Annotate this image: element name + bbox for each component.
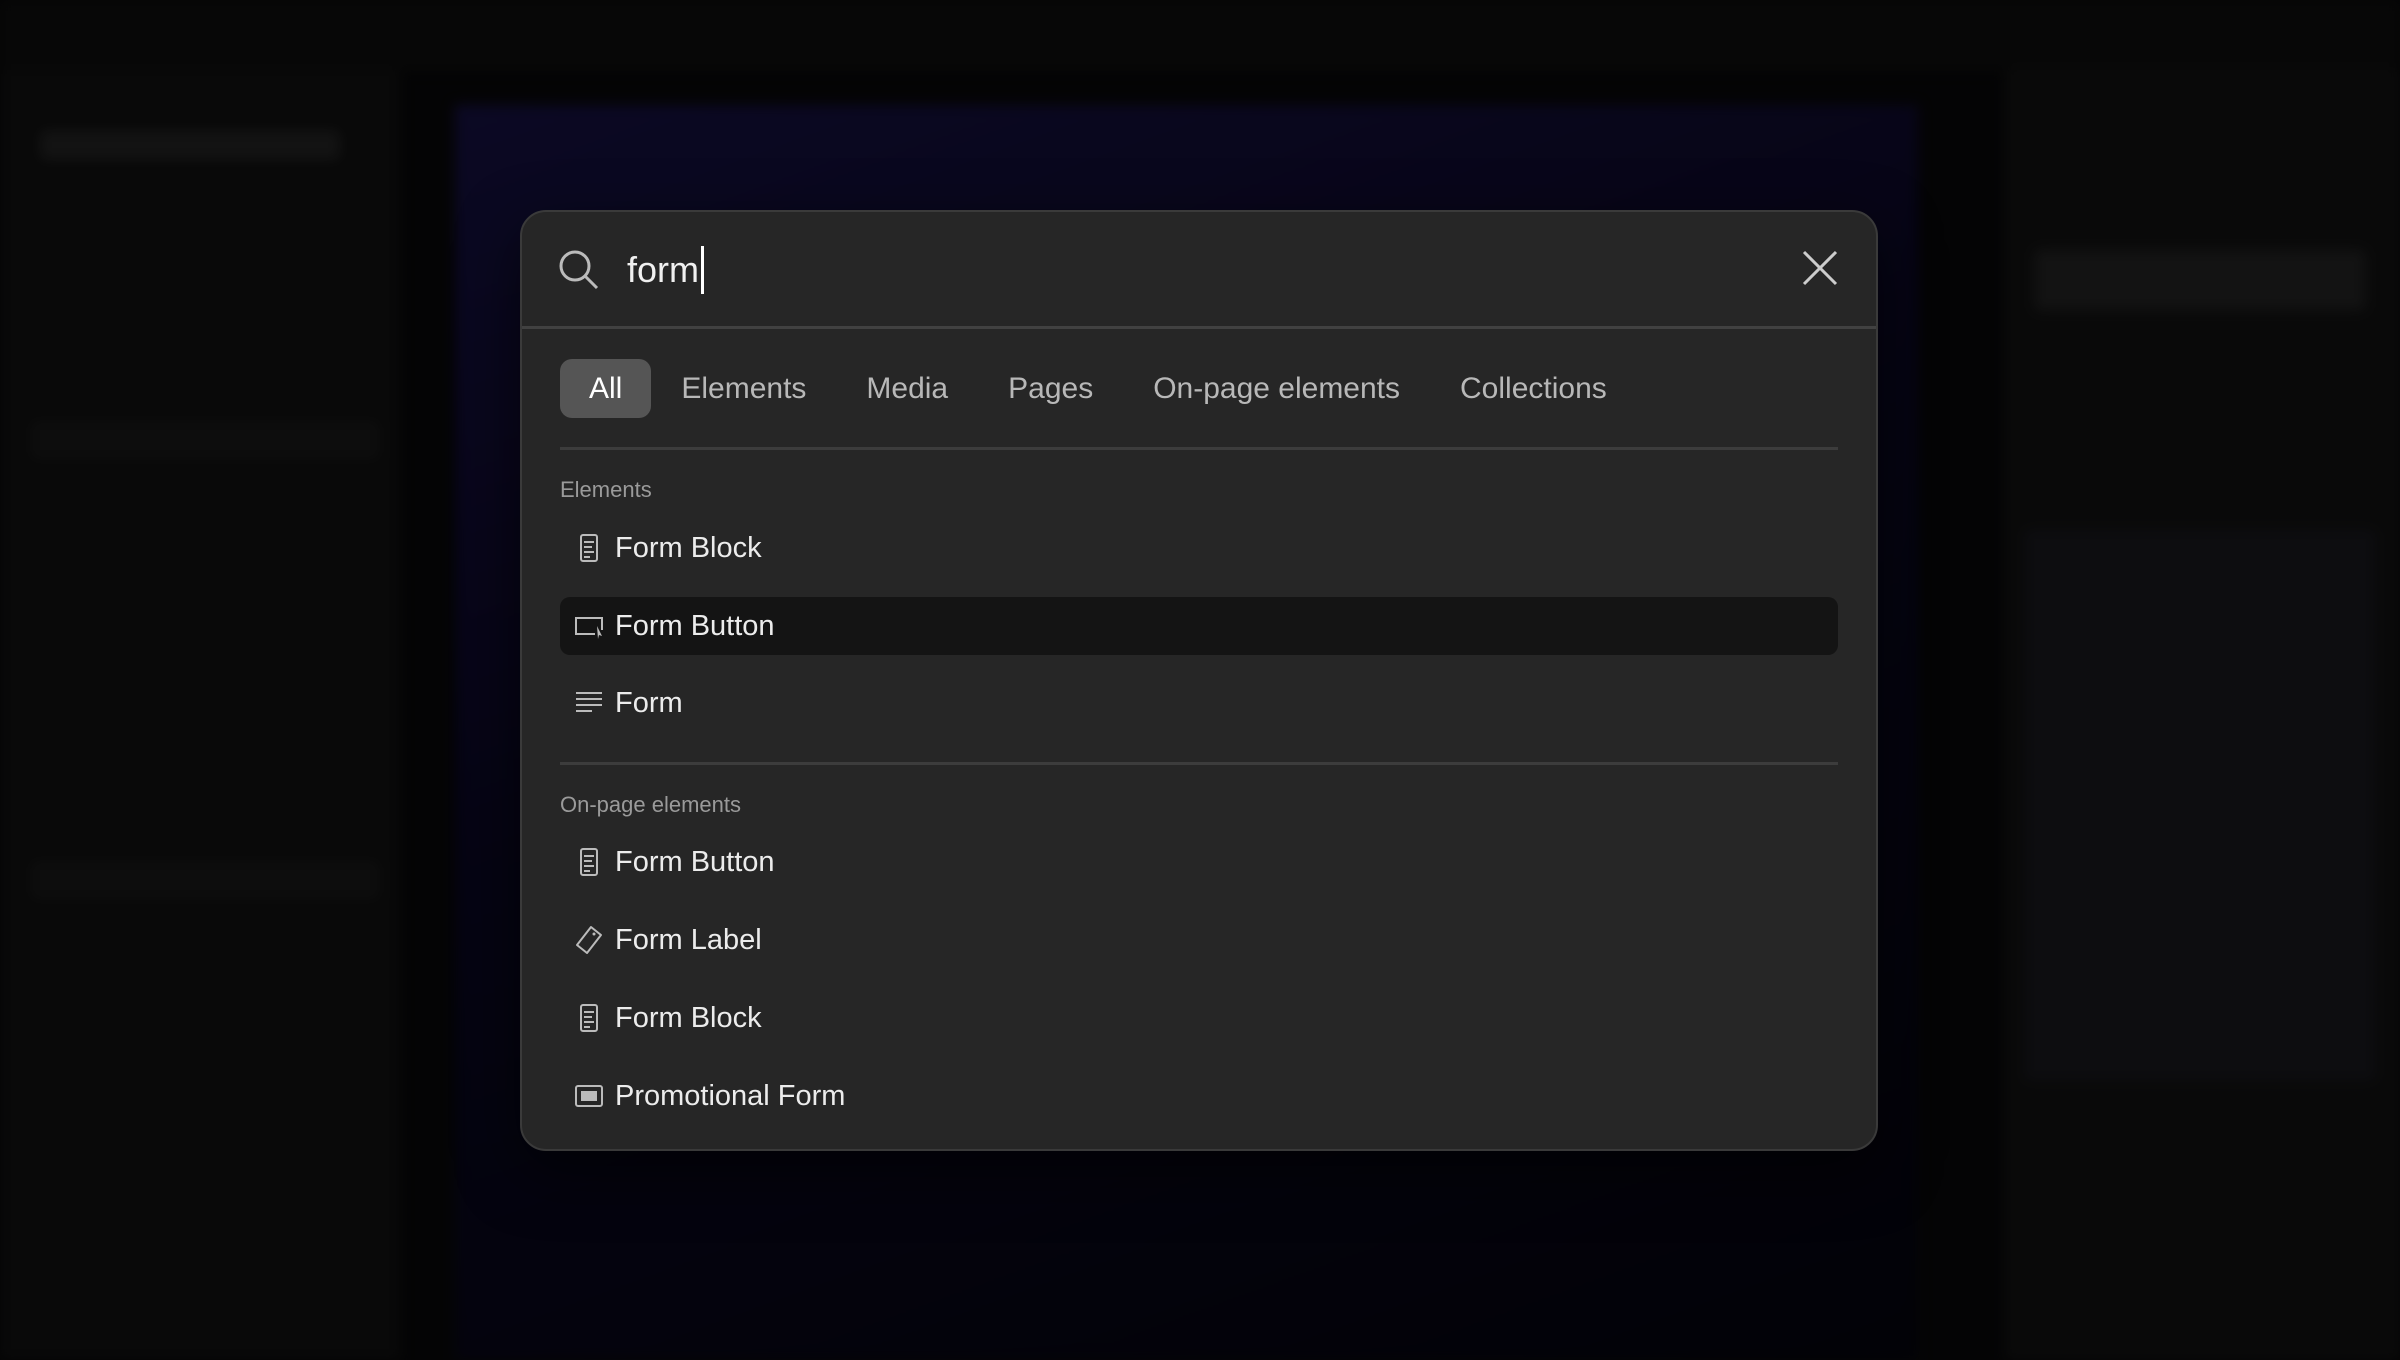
tab-media[interactable]: Media (836, 359, 978, 418)
result-label: Form Button (615, 845, 775, 878)
filled-box-icon (575, 1085, 603, 1107)
document-icon (580, 848, 598, 876)
tag-icon (576, 926, 602, 954)
close-icon[interactable] (1800, 248, 1840, 288)
result-form-button[interactable]: Form Button (560, 833, 1838, 891)
result-label: Promotional Form (615, 1079, 846, 1112)
divider (560, 447, 1838, 450)
tab-on-page-elements[interactable]: On-page elements (1123, 359, 1430, 418)
lines-icon (576, 692, 602, 712)
document-icon (580, 1004, 598, 1032)
divider (560, 762, 1838, 765)
search-bar: form (522, 212, 1876, 329)
result-form-block[interactable]: Form Block (560, 989, 1838, 1047)
result-form-label[interactable]: Form Label (560, 911, 1838, 969)
button-cursor-icon (575, 617, 603, 639)
result-label: Form (615, 686, 683, 719)
result-label: Form Button (615, 609, 775, 642)
tab-collections[interactable]: Collections (1430, 359, 1637, 418)
result-form-block[interactable]: Form Block (560, 519, 1838, 577)
tab-pages[interactable]: Pages (978, 359, 1123, 418)
result-form[interactable]: Form (560, 674, 1838, 732)
tab-elements[interactable]: Elements (651, 359, 836, 418)
result-label: Form Label (615, 923, 762, 956)
tab-all[interactable]: All (560, 359, 652, 418)
search-input[interactable]: form (627, 246, 704, 294)
result-label: Form Block (615, 1001, 762, 1034)
search-icon (559, 250, 599, 290)
result-promotional-form[interactable]: Promotional Form (560, 1067, 1838, 1125)
section-heading-on-page-elements: On-page elements (560, 792, 741, 817)
result-label: Form Block (615, 531, 762, 564)
result-form-button[interactable]: Form Button (560, 597, 1838, 655)
section-heading-elements: Elements (560, 477, 652, 502)
document-icon (580, 534, 598, 562)
search-modal: form All Elements Media Pages On-page el… (520, 210, 1878, 1151)
filter-tabs: All Elements Media Pages On-page element… (560, 359, 1637, 418)
